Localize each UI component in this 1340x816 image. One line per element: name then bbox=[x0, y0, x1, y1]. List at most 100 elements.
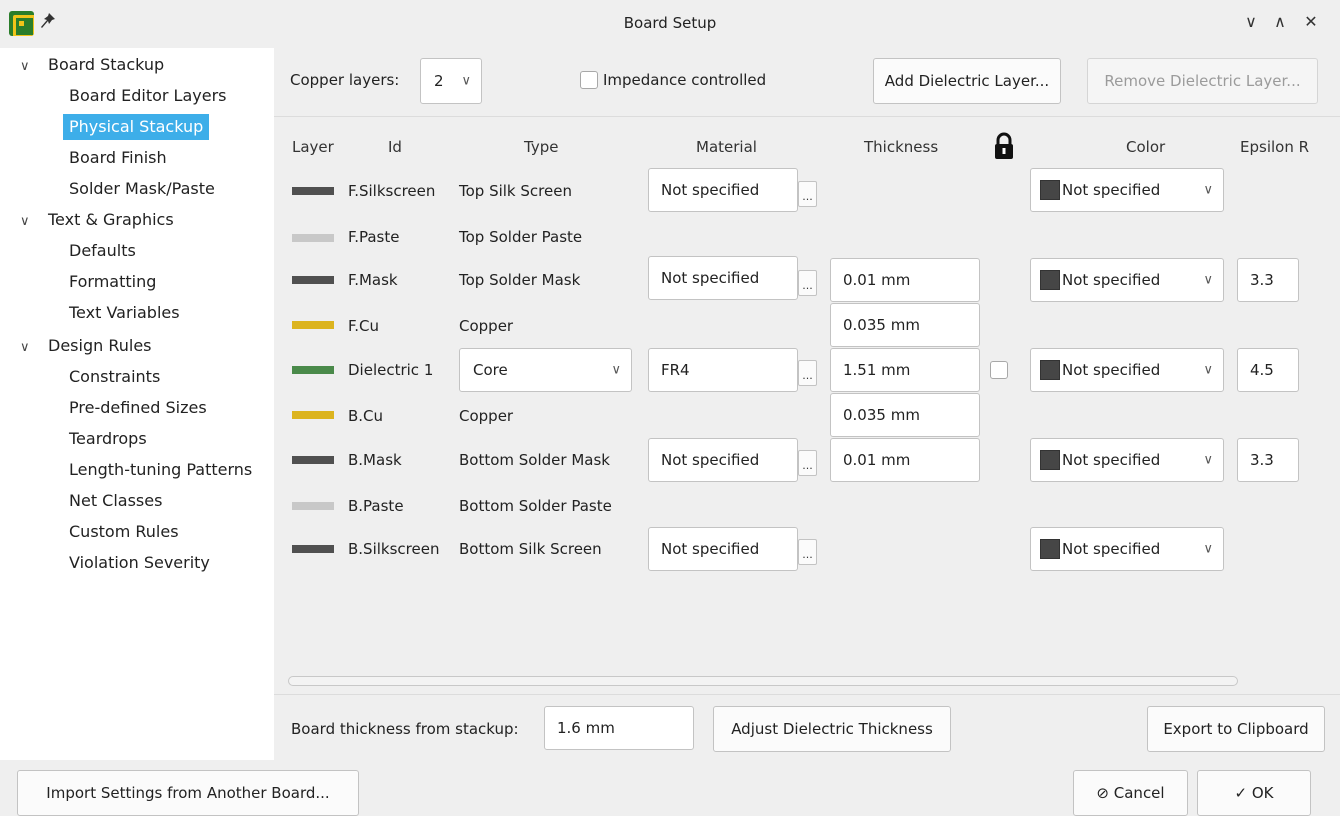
material-field[interactable]: FR4 bbox=[648, 348, 798, 392]
color-swatch bbox=[1040, 180, 1060, 200]
material-field[interactable]: Not specified bbox=[648, 256, 798, 300]
column-header-material: Material bbox=[696, 138, 757, 156]
material-browse-button[interactable]: ... bbox=[798, 450, 817, 476]
material-browse-button[interactable]: ... bbox=[798, 539, 817, 565]
color-select[interactable]: Not specified ∨ bbox=[1030, 527, 1224, 571]
export-to-clipboard-button[interactable]: Export to Clipboard bbox=[1147, 706, 1325, 752]
layer-type: Copper bbox=[459, 317, 514, 335]
color-swatch bbox=[1040, 360, 1060, 380]
board-thickness-label: Board thickness from stackup: bbox=[291, 720, 519, 738]
color-select[interactable]: Not specified ∨ bbox=[1030, 258, 1224, 302]
material-field[interactable]: Not specified bbox=[648, 168, 798, 212]
column-header-layer: Layer bbox=[292, 138, 334, 156]
layer-type: Top Silk Screen bbox=[459, 182, 572, 200]
tree-item-custom-rules[interactable]: Custom Rules bbox=[63, 519, 185, 545]
layer-id: F.Cu bbox=[348, 317, 379, 335]
material-field[interactable]: Not specified bbox=[648, 438, 798, 482]
thickness-field[interactable]: 0.035 mm bbox=[830, 393, 980, 437]
column-header-epsilon: Epsilon R bbox=[1240, 138, 1310, 156]
layer-type: Bottom Solder Mask bbox=[459, 451, 610, 469]
tree-item-constraints[interactable]: Constraints bbox=[63, 364, 166, 390]
copper-layers-label: Copper layers: bbox=[290, 71, 400, 89]
color-select[interactable]: Not specified ∨ bbox=[1030, 438, 1224, 482]
toolbar-separator bbox=[274, 116, 1340, 117]
layer-type: Bottom Silk Screen bbox=[459, 540, 602, 558]
tree-item-teardrops[interactable]: Teardrops bbox=[63, 426, 153, 452]
tree-item-solder-mask-paste[interactable]: Solder Mask/Paste bbox=[63, 176, 221, 202]
layer-id: B.Mask bbox=[348, 451, 402, 469]
settings-tree[interactable]: ∨ Board Stackup Board Editor Layers Physi… bbox=[0, 48, 274, 760]
dialog-button-bar: Import Settings from Another Board... ⊘ … bbox=[0, 760, 1340, 816]
epsilon-field[interactable]: 4.5 bbox=[1237, 348, 1299, 392]
physical-stackup-panel: Copper layers: 2 ∨ Impedance controlled … bbox=[274, 48, 1340, 760]
lock-icon bbox=[993, 132, 1015, 164]
import-settings-button[interactable]: Import Settings from Another Board... bbox=[17, 770, 359, 816]
material-browse-button[interactable]: ... bbox=[798, 181, 817, 207]
layer-id: Dielectric 1 bbox=[348, 361, 434, 379]
maximize-icon[interactable]: ∧ bbox=[1270, 12, 1290, 31]
impedance-controlled-checkbox[interactable] bbox=[580, 71, 598, 89]
tree-item-violation-severity[interactable]: Violation Severity bbox=[63, 550, 216, 576]
layer-swatch bbox=[292, 411, 334, 419]
thickness-field[interactable]: 0.01 mm bbox=[830, 438, 980, 482]
color-swatch bbox=[1040, 270, 1060, 290]
layer-swatch bbox=[292, 276, 334, 284]
layer-type: Copper bbox=[459, 407, 514, 425]
chevron-down-icon: ∨ bbox=[611, 362, 621, 378]
minimize-icon[interactable]: ∨ bbox=[1241, 12, 1261, 31]
chevron-down-icon: ∨ bbox=[1203, 362, 1213, 378]
adjust-dielectric-thickness-button[interactable]: Adjust Dielectric Thickness bbox=[713, 706, 951, 752]
layer-swatch bbox=[292, 366, 334, 374]
tree-item-physical-stackup[interactable]: Physical Stackup bbox=[63, 114, 210, 140]
tree-item-net-classes[interactable]: Net Classes bbox=[63, 488, 168, 514]
tree-section-design-rules[interactable]: ∨ Design Rules bbox=[20, 333, 152, 359]
layer-swatch bbox=[292, 456, 334, 464]
material-browse-button[interactable]: ... bbox=[798, 270, 817, 296]
chevron-down-icon: ∨ bbox=[1203, 452, 1213, 468]
thickness-lock-checkbox[interactable] bbox=[990, 361, 1008, 379]
material-browse-button[interactable]: ... bbox=[798, 360, 817, 386]
footer-separator bbox=[274, 694, 1340, 695]
column-header-thickness: Thickness bbox=[864, 138, 939, 156]
chevron-down-icon[interactable]: ∨ bbox=[20, 54, 48, 80]
board-thickness-field: 1.6 mm bbox=[544, 706, 694, 750]
remove-dielectric-layer-button[interactable]: Remove Dielectric Layer... bbox=[1087, 58, 1318, 104]
horizontal-scrollbar[interactable] bbox=[288, 676, 1238, 686]
tree-item-board-editor-layers[interactable]: Board Editor Layers bbox=[63, 83, 233, 109]
column-header-id: Id bbox=[388, 138, 402, 156]
thickness-field[interactable]: 0.035 mm bbox=[830, 303, 980, 347]
ok-button[interactable]: ✓ OK bbox=[1197, 770, 1311, 816]
layer-id: B.Silkscreen bbox=[348, 540, 440, 558]
tree-item-text-variables[interactable]: Text Variables bbox=[63, 300, 186, 326]
epsilon-field[interactable]: 3.3 bbox=[1237, 258, 1299, 302]
tree-item-defaults[interactable]: Defaults bbox=[63, 238, 142, 264]
color-select[interactable]: Not specified ∨ bbox=[1030, 168, 1224, 212]
layer-type: Top Solder Paste bbox=[459, 228, 583, 246]
tree-item-length-tuning-patterns[interactable]: Length-tuning Patterns bbox=[63, 457, 258, 483]
add-dielectric-layer-button[interactable]: Add Dielectric Layer... bbox=[873, 58, 1061, 104]
tree-item-board-finish[interactable]: Board Finish bbox=[63, 145, 173, 171]
chevron-down-icon[interactable]: ∨ bbox=[20, 209, 48, 235]
tree-section-text-graphics[interactable]: ∨ Text & Graphics bbox=[20, 207, 174, 233]
thickness-field[interactable]: 0.01 mm bbox=[830, 258, 980, 302]
chevron-down-icon: ∨ bbox=[1203, 541, 1213, 557]
close-icon[interactable]: ✕ bbox=[1301, 12, 1321, 31]
tree-section-board-stackup[interactable]: ∨ Board Stackup bbox=[20, 52, 164, 78]
layer-swatch bbox=[292, 187, 334, 195]
dielectric-type-select[interactable]: Core ∨ bbox=[459, 348, 632, 392]
tree-item-predefined-sizes[interactable]: Pre-defined Sizes bbox=[63, 395, 213, 421]
color-swatch bbox=[1040, 450, 1060, 470]
chevron-down-icon[interactable]: ∨ bbox=[20, 335, 48, 361]
window-title: Board Setup bbox=[623, 14, 717, 32]
layer-swatch bbox=[292, 502, 334, 510]
thickness-field[interactable]: 1.51 mm bbox=[830, 348, 980, 392]
chevron-down-icon: ∨ bbox=[461, 73, 471, 89]
epsilon-field[interactable]: 3.3 bbox=[1237, 438, 1299, 482]
tree-item-formatting[interactable]: Formatting bbox=[63, 269, 162, 295]
material-field[interactable]: Not specified bbox=[648, 527, 798, 571]
layer-id: F.Silkscreen bbox=[348, 182, 436, 200]
cancel-button[interactable]: ⊘ Cancel bbox=[1073, 770, 1188, 816]
color-select[interactable]: Not specified ∨ bbox=[1030, 348, 1224, 392]
layer-swatch bbox=[292, 234, 334, 242]
copper-layers-select[interactable]: 2 ∨ bbox=[420, 58, 482, 104]
